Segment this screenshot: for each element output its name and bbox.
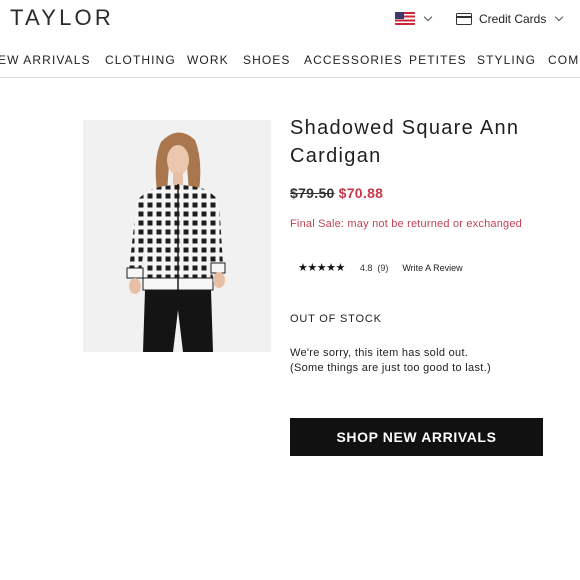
nav-item-petites[interactable]: PETITES [409, 53, 467, 67]
stock-status: OUT OF STOCK [290, 313, 382, 325]
product-title: Shadowed Square Ann Cardigan [290, 117, 520, 167]
rating-row: ★★★★★ 4.8 (9) Write A Review [298, 261, 463, 274]
brand-logo[interactable]: TAYLOR [10, 5, 114, 31]
nav-divider [0, 77, 580, 78]
sold-out-message: We're sorry, this item has sold out. (So… [290, 346, 491, 376]
us-flag-icon [395, 12, 415, 25]
shop-new-arrivals-button[interactable]: SHOP NEW ARRIVALS [290, 418, 543, 456]
rating-value: 4.8 [359, 262, 373, 273]
price-block: $79.50 $70.88 [290, 185, 383, 201]
main-nav: EW ARRIVALS CLOTHING WORK SHOES ACCESSOR… [0, 53, 580, 75]
nav-item-accessories[interactable]: ACCESSORIES [304, 53, 403, 67]
credit-cards-menu[interactable]: Credit Cards [456, 12, 564, 26]
credit-card-icon [456, 13, 472, 25]
sold-out-line-1: We're sorry, this item has sold out. [290, 347, 469, 359]
review-count[interactable]: (9) [377, 263, 388, 273]
write-review-link[interactable]: Write A Review [402, 263, 462, 273]
nav-item-shoes[interactable]: SHOES [243, 53, 291, 67]
chevron-down-icon [555, 12, 564, 22]
nav-item-styling[interactable]: STYLING [477, 53, 536, 67]
nav-item-clothing[interactable]: CLOTHING [105, 53, 176, 67]
country-selector[interactable] [395, 12, 433, 25]
chevron-down-icon [423, 12, 433, 21]
sale-price: $70.88 [338, 185, 384, 201]
site-header: TAYLOR Credit Cards [0, 0, 580, 40]
product-image[interactable] [83, 120, 271, 352]
final-sale-note: Final Sale: may not be returned or excha… [290, 218, 522, 230]
credit-cards-label: Credit Cards [479, 12, 547, 26]
original-price: $79.50 [290, 185, 335, 201]
nav-item-new-arrivals[interactable]: EW ARRIVALS [0, 53, 91, 67]
star-rating-icon[interactable]: ★★★★★ [298, 261, 345, 274]
sold-out-line-2: (Some things are just too good to last.) [290, 362, 491, 374]
nav-item-work[interactable]: WORK [187, 53, 229, 67]
nav-item-more[interactable]: COM [548, 53, 579, 67]
